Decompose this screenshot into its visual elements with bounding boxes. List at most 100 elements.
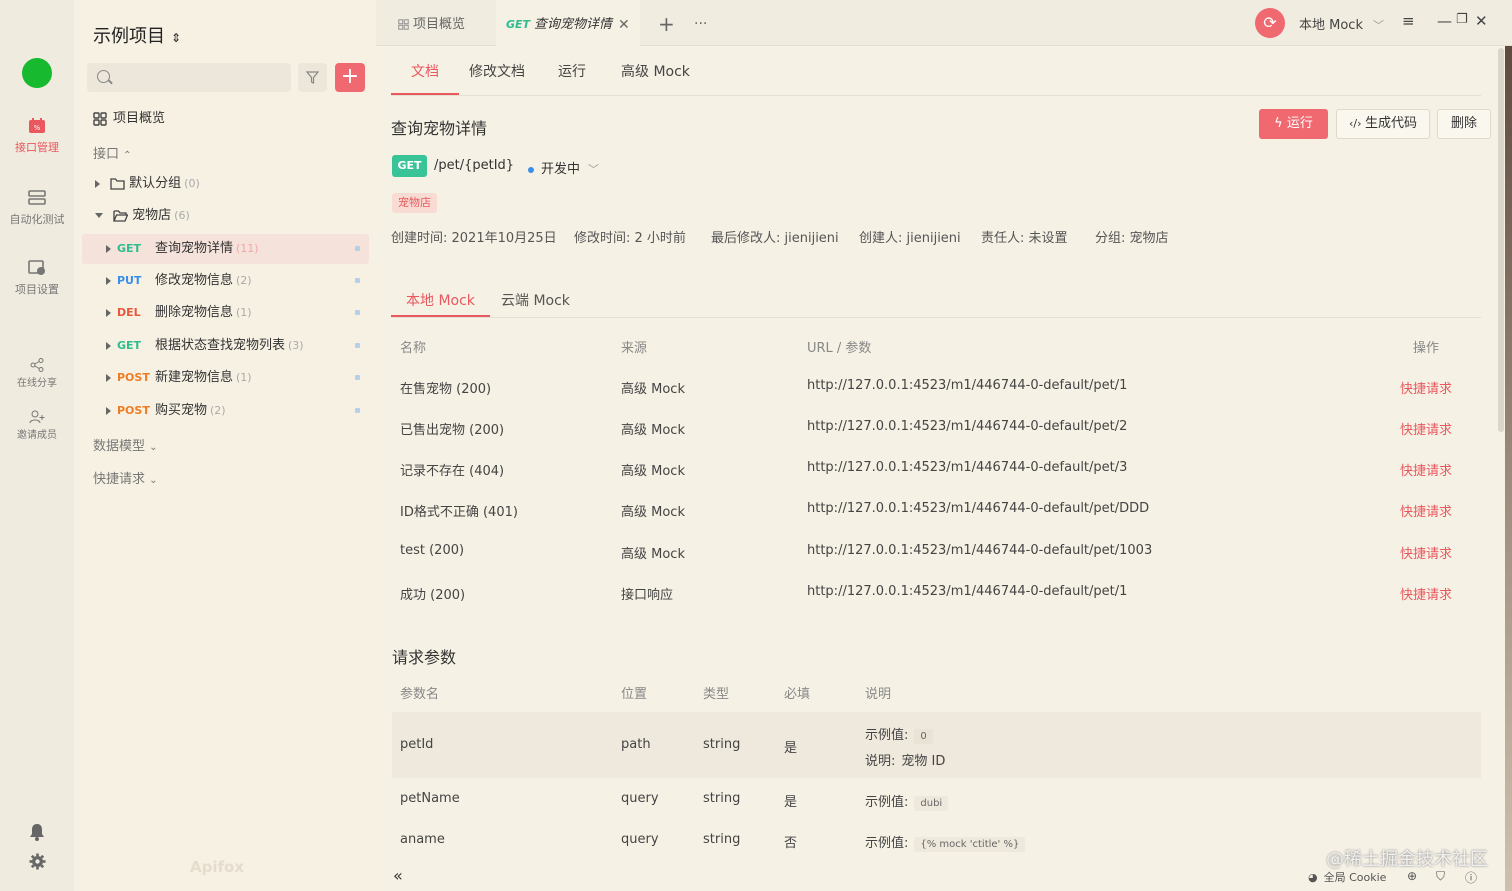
param-type: string: [703, 832, 741, 847]
mock-name: 在售宠物 (200): [400, 382, 492, 397]
example-label: 示例值:: [865, 728, 909, 743]
method-label: DEL: [117, 306, 141, 319]
search-box[interactable]: [87, 63, 291, 92]
rail-label: 邀请成员: [17, 430, 57, 441]
column-header: 参数名: [400, 687, 440, 702]
param-in: query: [621, 832, 659, 847]
shirt-icon[interactable]: ⛉: [1436, 869, 1445, 884]
desc-value: 宠物 ID: [901, 754, 946, 769]
tab-method: GET: [506, 18, 531, 31]
rail-item-invite[interactable]: 邀请成员: [0, 410, 74, 441]
param-in: query: [621, 791, 659, 806]
avatar[interactable]: [22, 58, 52, 88]
api-path: /pet/{petId}: [434, 158, 515, 173]
mock-url[interactable]: http://127.0.0.1:4523/m1/446744-0-defaul…: [807, 543, 1152, 558]
sidebar-api-item[interactable]: PUT 修改宠物信息 (2): [82, 266, 369, 296]
quick-request-link[interactable]: 快捷请求: [1400, 378, 1452, 397]
scrollbar-thumb[interactable]: [1498, 48, 1504, 432]
sidebar-api-item[interactable]: POST 购买宠物 (2): [82, 396, 369, 426]
creator: 创建人: jienijieni: [859, 231, 961, 246]
mock-url[interactable]: http://127.0.0.1:4523/m1/446744-0-defaul…: [807, 460, 1127, 475]
rail-item-automation[interactable]: 自动化测试: [0, 190, 74, 227]
subtab-edit-doc[interactable]: 修改文档: [469, 56, 525, 95]
tab-local-mock[interactable]: 本地 Mock: [391, 286, 490, 317]
add-button[interactable]: +: [335, 63, 365, 92]
tab-cloud-mock[interactable]: 云端 Mock: [486, 286, 585, 317]
rail-item-project-settings[interactable]: 项目设置: [0, 260, 74, 297]
column-header: 位置: [621, 687, 648, 702]
mock-env-select[interactable]: 本地 Mock ﹀: [1299, 14, 1384, 33]
search-input[interactable]: [117, 66, 287, 88]
quick-request-link[interactable]: 快捷请求: [1400, 543, 1452, 562]
subtab-run[interactable]: 运行: [558, 56, 586, 95]
status-select[interactable]: 开发中 ﹀: [528, 158, 599, 177]
method-label: PUT: [117, 274, 142, 287]
help-icon[interactable]: ⓘ: [1465, 869, 1477, 886]
modified-time: 修改时间: 2 小时前: [574, 231, 686, 246]
data-models-section[interactable]: 数据模型 ⌄: [93, 435, 158, 454]
sidebar-api-item[interactable]: GET 根据状态查找宠物列表 (3): [82, 331, 369, 361]
minimize-icon[interactable]: —: [1437, 12, 1452, 30]
project-switcher[interactable]: 示例项目 ⇕: [93, 22, 181, 48]
close-window-icon[interactable]: ✕: [1475, 12, 1488, 30]
mock-url[interactable]: http://127.0.0.1:4523/m1/446744-0-defaul…: [807, 419, 1127, 434]
api-name: 根据状态查找宠物列表: [155, 338, 286, 353]
mock-url[interactable]: http://127.0.0.1:4523/m1/446744-0-defaul…: [807, 584, 1127, 599]
delete-button[interactable]: 删除: [1437, 109, 1491, 139]
sidebar-group-petstore[interactable]: 宠物店 (6): [95, 201, 382, 231]
bell-icon[interactable]: [0, 823, 74, 845]
rail-item-share[interactable]: 在线分享: [0, 358, 74, 389]
collapse-sidebar-button[interactable]: «: [393, 866, 403, 885]
quick-request-link[interactable]: 快捷请求: [1400, 501, 1452, 520]
quick-requests-section[interactable]: 快捷请求 ⌄: [93, 468, 158, 487]
quick-request-link[interactable]: 快捷请求: [1400, 419, 1452, 438]
quick-request-link[interactable]: 快捷请求: [1400, 460, 1452, 479]
example-value: {% mock 'ctitle' %}: [914, 837, 1026, 852]
group-name: 默认分组: [129, 176, 182, 191]
generate-code-button[interactable]: ‹/› 生成代码: [1336, 109, 1430, 139]
settings-gear-icon[interactable]: [0, 853, 74, 874]
param-example: 示例值: {% mock 'ctitle' %}: [865, 832, 1026, 852]
param-type: string: [703, 737, 741, 752]
tab-project-overview[interactable]: 项目概览: [380, 0, 483, 46]
filter-button[interactable]: [298, 63, 327, 92]
mock-env-value: 本地 Mock: [1299, 18, 1363, 33]
upload-icon[interactable]: ⊕: [1407, 869, 1417, 883]
sidebar-api-item[interactable]: GET 查询宠物详情 (11): [82, 234, 369, 264]
sidebar-item-overview[interactable]: 项目概览: [93, 104, 380, 134]
mock-url[interactable]: http://127.0.0.1:4523/m1/446744-0-defaul…: [807, 378, 1127, 393]
subtab-doc[interactable]: 文档: [391, 56, 459, 95]
mock-url[interactable]: http://127.0.0.1:4523/m1/446744-0-defaul…: [807, 501, 1149, 516]
method-label: GET: [117, 242, 142, 255]
sidebar-api-item[interactable]: POST 新建宠物信息 (1): [82, 363, 369, 393]
interfaces-section[interactable]: 接口 ⌃: [93, 143, 132, 162]
project-title: 示例项目: [93, 26, 165, 47]
param-desc: 说明: 宠物 ID: [865, 750, 945, 769]
interfaces-label: 接口: [93, 147, 120, 162]
project-settings-icon: [28, 260, 45, 275]
menu-icon[interactable]: ≡: [1402, 12, 1415, 30]
close-icon[interactable]: ✕: [618, 0, 630, 50]
api-name: 新建宠物信息: [155, 370, 234, 385]
column-header: 来源: [621, 341, 648, 356]
tab-api-detail[interactable]: GET 查询宠物详情 ✕: [496, 0, 640, 46]
subtab-advanced-mock[interactable]: 高级 Mock: [621, 56, 690, 95]
run-button[interactable]: ϟ 运行: [1259, 109, 1328, 139]
cookie-button[interactable]: ◕ 全局 Cookie: [1308, 869, 1386, 885]
mock-source: 高级 Mock: [621, 505, 685, 520]
sidebar-api-item[interactable]: DEL 删除宠物信息 (1): [82, 298, 369, 328]
plus-icon: +: [340, 64, 360, 89]
api-count: (2): [236, 274, 252, 287]
quick-request-link[interactable]: 快捷请求: [1400, 584, 1452, 603]
refresh-button[interactable]: ⟳: [1255, 8, 1285, 38]
tab-label: 项目概览: [413, 17, 466, 32]
svg-text:%: %: [34, 124, 41, 132]
more-tabs-button[interactable]: ···: [676, 0, 725, 46]
mock-source: 高级 Mock: [621, 423, 685, 438]
rail-item-api-manage[interactable]: % 接口管理: [0, 118, 74, 155]
restore-icon[interactable]: ❐: [1456, 12, 1468, 27]
sidebar-group-default[interactable]: 默认分组 (0): [95, 169, 382, 199]
plus-icon: +: [658, 12, 675, 36]
rail-label: 项目设置: [15, 283, 59, 296]
status-dot: [355, 408, 360, 413]
